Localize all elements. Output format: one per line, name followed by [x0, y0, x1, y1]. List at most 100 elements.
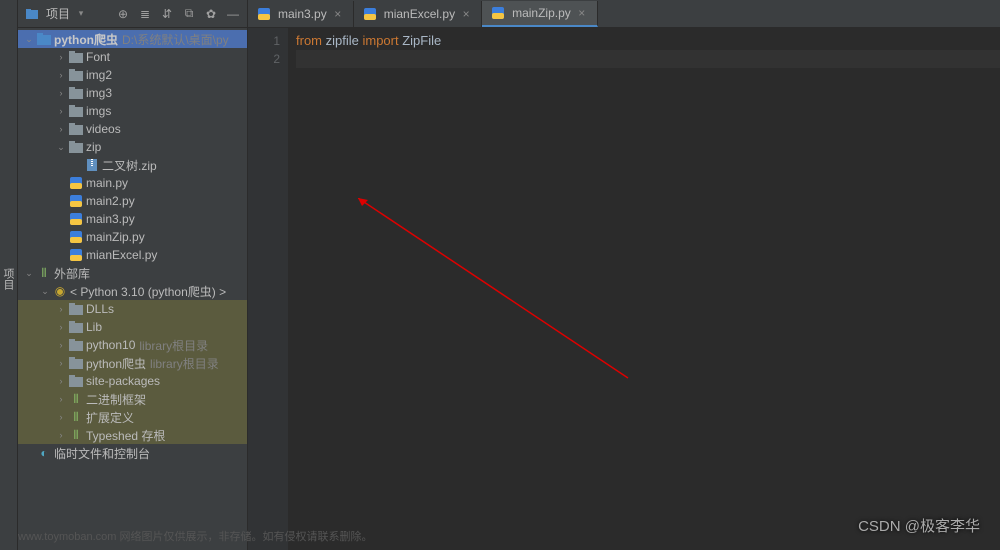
folder-icon	[68, 51, 84, 63]
editor-tab[interactable]: mianExcel.py ×	[354, 1, 482, 27]
toolbar-title[interactable]: 项目 ▾	[24, 5, 88, 22]
folder-icon	[68, 123, 84, 135]
folder-icon	[68, 321, 84, 333]
tree-item[interactable]: 二叉树.zip	[18, 156, 247, 174]
library-icon: ⦀	[36, 266, 52, 281]
folder-icon	[68, 105, 84, 117]
tree-item[interactable]: ⌄zip	[18, 138, 247, 156]
chevron-icon: ⌄	[54, 142, 68, 153]
python-icon	[256, 7, 272, 21]
view-icon[interactable]: ⧉	[181, 6, 197, 22]
py-icon	[68, 248, 84, 262]
chevron-down-icon: ⌄	[38, 286, 52, 297]
tree-item-label: 二进制框架	[86, 391, 146, 408]
folder-icon	[68, 141, 84, 153]
collapse-icon[interactable]: ⇵	[159, 6, 175, 22]
tree-env-item[interactable]: ›⦀Typeshed 存根	[18, 426, 247, 444]
gear-icon[interactable]: ✿	[203, 6, 219, 22]
tab-label: mianExcel.py	[384, 7, 455, 21]
tree-item[interactable]: mianExcel.py	[18, 246, 247, 264]
tree-item-suffix: library根目录	[150, 355, 219, 372]
py-icon	[68, 194, 84, 208]
editor-area: main3.py × mianExcel.py × mainZip.py × 12 fro…	[248, 0, 1000, 550]
tree-item-label: mianExcel.py	[86, 248, 157, 262]
tab-label: main3.py	[278, 7, 327, 21]
tree-item[interactable]: ›Font	[18, 48, 247, 66]
chevron-icon: ›	[54, 70, 68, 80]
expand-icon[interactable]: ≣	[137, 6, 153, 22]
tree-item[interactable]: main3.py	[18, 210, 247, 228]
tree-item[interactable]: ›img3	[18, 84, 247, 102]
py-icon	[68, 212, 84, 226]
vertical-tool-window-bar[interactable]: 项目	[0, 0, 18, 550]
tree-item-label: 二叉树.zip	[102, 157, 157, 174]
root-name: python爬虫	[54, 31, 118, 48]
python-icon	[490, 6, 506, 20]
project-toolbar: 项目 ▾ ⊕ ≣ ⇵ ⧉ ✿ —	[18, 0, 247, 28]
code-content[interactable]: from zipfile import ZipFile	[288, 28, 1000, 550]
lib-icon: ⦀	[68, 392, 84, 407]
tree-item[interactable]: main2.py	[18, 192, 247, 210]
editor-tab[interactable]: mainZip.py ×	[482, 1, 598, 27]
chevron-icon: ›	[54, 358, 68, 368]
tree-item-label: site-packages	[86, 374, 160, 388]
tree-env-item[interactable]: ›python10library根目录	[18, 336, 247, 354]
tree-item[interactable]: mainZip.py	[18, 228, 247, 246]
tree-item[interactable]: ›videos	[18, 120, 247, 138]
tree-item-label: python爬虫	[86, 355, 146, 372]
close-icon[interactable]: ×	[575, 6, 589, 20]
editor-body: 12 from zipfile import ZipFile	[248, 28, 1000, 550]
close-icon[interactable]: ×	[459, 7, 473, 21]
external-libs-label: 外部库	[54, 265, 90, 282]
tree-item-label: Lib	[86, 320, 102, 334]
tree-item-label: Typeshed 存根	[86, 427, 165, 444]
project-sidebar: 项目 ▾ ⊕ ≣ ⇵ ⧉ ✿ — ⌄ python爬虫 D:\系统默认\桌面\p…	[18, 0, 248, 550]
tree-external-libs[interactable]: ⌄ ⦀ 外部库	[18, 264, 247, 282]
toolbar-title-label: 项目	[46, 5, 70, 22]
project-icon	[24, 7, 40, 21]
watermark: CSDN @极客李华	[858, 515, 980, 536]
chevron-icon: ›	[54, 124, 68, 134]
tree-env-item[interactable]: › python爬虫library根目录	[18, 354, 247, 372]
footer-watermark: www.toymoban.com 网络图片仅供展示，非存储。如有侵权请联系删除。	[18, 528, 372, 544]
folder-icon	[68, 87, 84, 99]
tree-item-label: main.py	[86, 176, 128, 190]
folder-icon	[68, 339, 84, 351]
chevron-icon: ›	[54, 412, 68, 422]
tree-env-item[interactable]: › DLLs	[18, 300, 247, 318]
lib-icon: ⦀	[68, 428, 84, 443]
python-env-label: < Python 3.10 (python爬虫) >	[70, 283, 226, 300]
tree-item-label: img2	[86, 68, 112, 82]
tree-python-env[interactable]: ⌄ ◉ < Python 3.10 (python爬虫) >	[18, 282, 247, 300]
tree-env-item[interactable]: › site-packages	[18, 372, 247, 390]
tree-item[interactable]: main.py	[18, 174, 247, 192]
tree-item[interactable]: ›imgs	[18, 102, 247, 120]
folder-icon	[68, 303, 84, 315]
zip-icon	[84, 158, 100, 172]
py-icon	[68, 176, 84, 190]
tab-label: mainZip.py	[512, 6, 571, 20]
project-tree[interactable]: ⌄ python爬虫 D:\系统默认\桌面\py ›Font›img2›img3…	[18, 28, 247, 550]
tree-root[interactable]: ⌄ python爬虫 D:\系统默认\桌面\py	[18, 30, 247, 48]
chevron-icon: ›	[54, 394, 68, 404]
target-icon[interactable]: ⊕	[115, 6, 131, 22]
hide-icon[interactable]: —	[225, 6, 241, 22]
tree-env-item[interactable]: ›⦀二进制框架	[18, 390, 247, 408]
close-icon[interactable]: ×	[331, 7, 345, 21]
tree-item-label: python10	[86, 338, 135, 352]
tree-env-item[interactable]: ›⦀扩展定义	[18, 408, 247, 426]
tree-scratch[interactable]: ◐ 临时文件和控制台	[18, 444, 247, 462]
tree-env-item[interactable]: ›Lib	[18, 318, 247, 336]
chevron-icon: ›	[54, 304, 68, 314]
folder-icon	[68, 69, 84, 81]
tree-item-label: img3	[86, 86, 112, 100]
tree-item[interactable]: › img2	[18, 66, 247, 84]
chevron-icon: ›	[54, 430, 68, 440]
chevron-down-icon: ⌄	[22, 34, 36, 45]
scratch-label: 临时文件和控制台	[54, 445, 150, 462]
toolbar-dropdown-icon: ▾	[74, 8, 88, 19]
python-icon	[362, 7, 378, 21]
editor-tab[interactable]: main3.py ×	[248, 1, 354, 27]
tree-item-label: DLLs	[86, 302, 114, 316]
chevron-icon: ›	[54, 376, 68, 386]
